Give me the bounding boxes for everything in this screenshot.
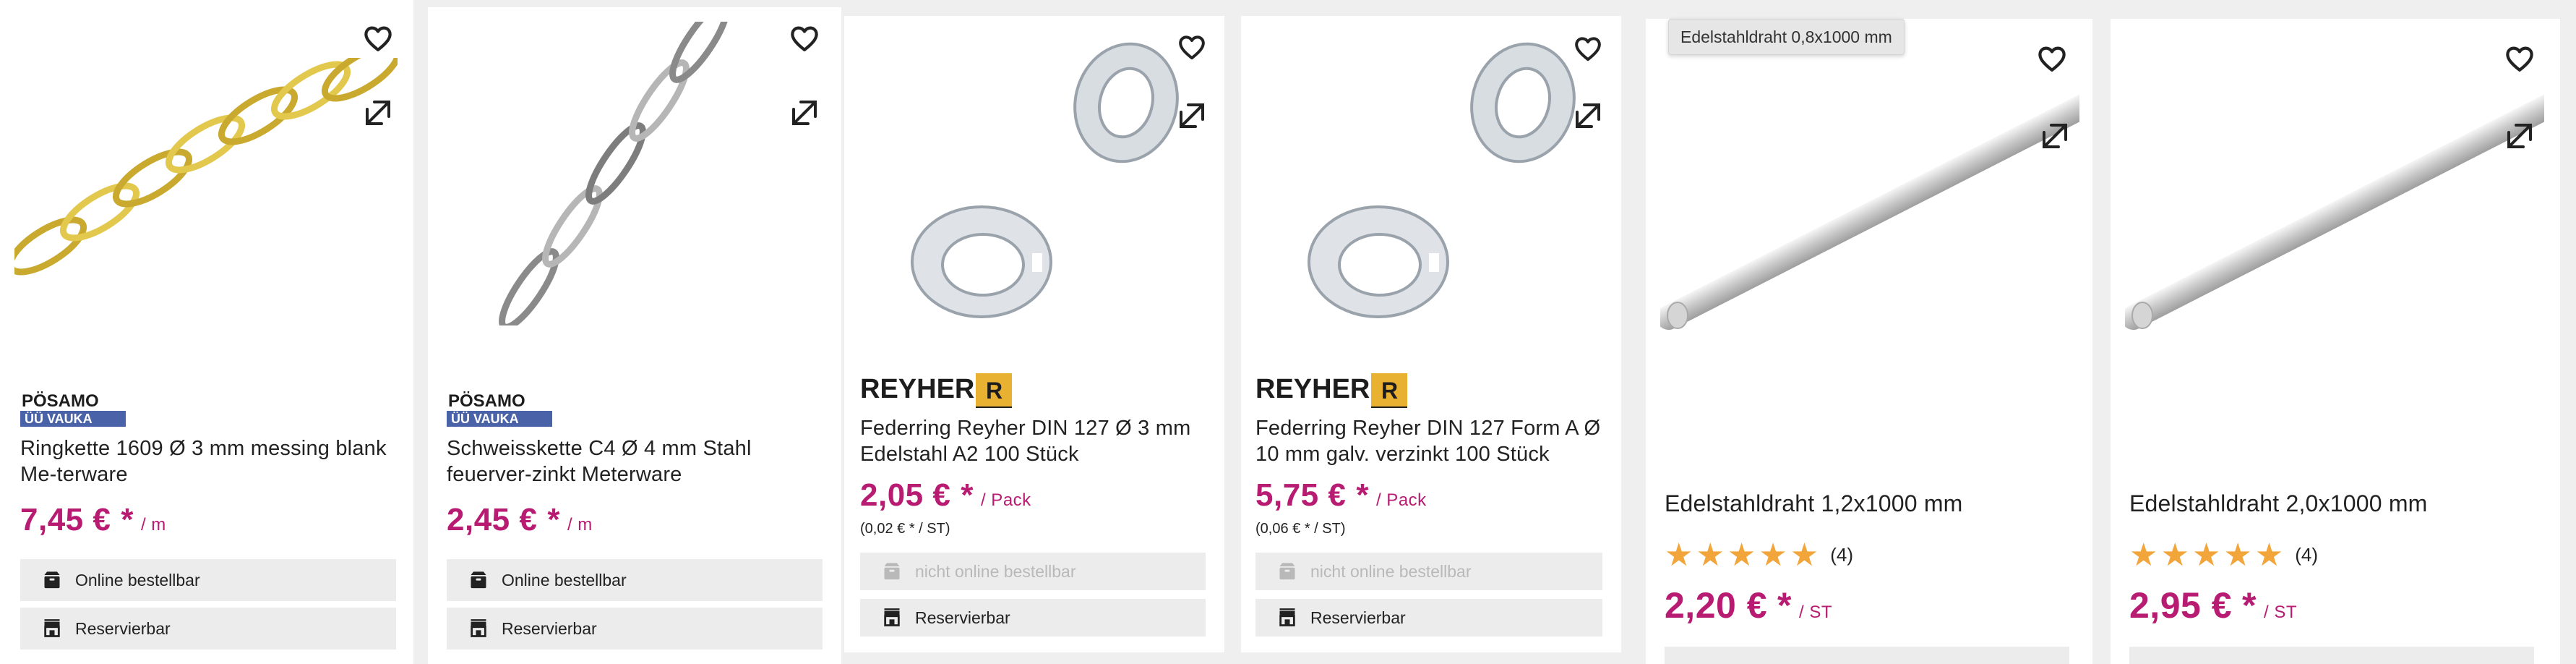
product-image-brass-chain[interactable] [14,58,398,289]
reservable-button[interactable]: Reservierbar [20,608,396,650]
product-tooltip: Edelstahldraht 0,8x1000 mm [1668,19,1905,55]
product-price: 7,45 € * / m [20,502,166,537]
svg-text:R: R [1381,378,1398,404]
brand-logo-posamo-vauka: PÖSAMO ÜÜ VAUKA [447,391,554,432]
base-price: (0,02 € * / ST) [860,521,950,537]
product-image-stainless-wire[interactable] [2125,91,2544,337]
product-card[interactable]: REYHER R Federring Reyher DIN 127 Form A… [1241,16,1621,652]
wishlist-heart-icon[interactable] [2033,41,2071,78]
box-icon [468,570,489,590]
product-title[interactable]: Schweisskette C4 Ø 4 mm Stahl feuerver-z… [447,435,823,488]
svg-text:ÜÜ VAUKA: ÜÜ VAUKA [451,412,519,426]
product-image-spring-washers[interactable] [888,23,1191,327]
product-image-spring-washers[interactable] [1284,23,1588,327]
not-online-orderable-button: nicht online bestellbar [860,553,1206,590]
compare-arrows-icon[interactable] [359,94,397,132]
compare-arrows-icon[interactable] [2036,117,2074,155]
product-card[interactable]: Edelstahldraht 2,0x1000 mm ★★★★★ (4) 2,9… [2111,19,2560,664]
product-title[interactable]: Federring Reyher DIN 127 Ø 3 mm Edelstah… [860,415,1214,467]
product-rating[interactable]: ★★★★★ (4) [1665,537,1853,574]
box-icon [1277,561,1297,582]
product-image-stainless-wire[interactable] [1660,91,2079,337]
product-card[interactable]: REYHER R Federring Reyher DIN 127 Ø 3 mm… [844,16,1224,652]
svg-text:REYHER: REYHER [1255,374,1370,404]
product-price: 2,95 € * / ST [2129,585,2297,626]
wishlist-heart-icon[interactable] [786,20,823,58]
compare-arrows-icon[interactable] [786,94,823,132]
store-icon [882,608,902,628]
product-price: 5,75 € * / Pack [1255,477,1427,513]
product-title[interactable]: Edelstahldraht 2,0x1000 mm [2129,490,2534,516]
store-icon [1277,608,1297,628]
reservable-button[interactable]: Reservierbar [1255,599,1602,637]
box-icon [882,561,902,582]
wishlist-heart-icon[interactable] [1173,29,1211,67]
product-price: 2,05 € * / Pack [860,477,1031,513]
product-title[interactable]: Ringkette 1609 Ø 3 mm messing blank Me-t… [20,435,396,488]
online-orderable-button-partial[interactable] [1665,647,2069,664]
compare-arrows-icon[interactable] [1569,97,1607,135]
svg-text:R: R [986,378,1003,404]
box-icon [42,570,62,590]
reservable-button[interactable]: Reservierbar [447,608,823,650]
compare-arrows-icon[interactable] [1173,97,1211,135]
product-title[interactable]: Federring Reyher DIN 127 Form A Ø 10 mm … [1255,415,1610,467]
brand-logo-reyher: REYHER R [860,369,1026,413]
product-rating[interactable]: ★★★★★ (4) [2129,537,2318,574]
wishlist-heart-icon[interactable] [1569,30,1607,68]
product-image-steel-chain[interactable] [478,22,782,325]
rating-count: (4) [1830,544,1854,566]
brand-logo-posamo-vauka: PÖSAMO ÜÜ VAUKA [20,391,127,432]
rating-stars: ★★★★★ [2129,537,2287,573]
online-orderable-button[interactable]: Online bestellbar [20,559,396,601]
rating-count: (4) [2295,544,2319,566]
svg-text:PÖSAMO: PÖSAMO [448,391,525,411]
wishlist-heart-icon[interactable] [2501,41,2538,78]
product-title[interactable]: Edelstahldraht 1,2x1000 mm [1665,490,2069,516]
store-icon [468,618,489,639]
svg-text:PÖSAMO: PÖSAMO [22,391,99,411]
product-card[interactable]: PÖSAMO ÜÜ VAUKA Schweisskette C4 Ø 4 mm … [428,7,841,664]
product-card[interactable]: PÖSAMO ÜÜ VAUKA Ringkette 1609 Ø 3 mm me… [0,0,413,664]
reservable-button[interactable]: Reservierbar [860,599,1206,637]
base-price: (0,06 € * / ST) [1255,521,1346,537]
brand-logo-reyher: REYHER R [1255,369,1422,413]
online-orderable-button[interactable]: Online bestellbar [447,559,823,601]
store-icon [42,618,62,639]
product-price: 2,45 € * / m [447,502,593,537]
svg-text:ÜÜ VAUKA: ÜÜ VAUKA [25,412,93,426]
not-online-orderable-button: nicht online bestellbar [1255,553,1602,590]
product-price: 2,20 € * / ST [1665,585,1832,626]
compare-arrows-icon[interactable] [2501,117,2538,155]
product-card[interactable]: Edelstahldraht 1,2x1000 mm ★★★★★ (4) 2,2… [1646,19,2092,664]
wishlist-heart-icon[interactable] [359,20,397,58]
svg-text:REYHER: REYHER [860,374,974,404]
rating-stars: ★★★★★ [1665,537,1822,573]
not-online-orderable-button-partial [2129,647,2534,664]
